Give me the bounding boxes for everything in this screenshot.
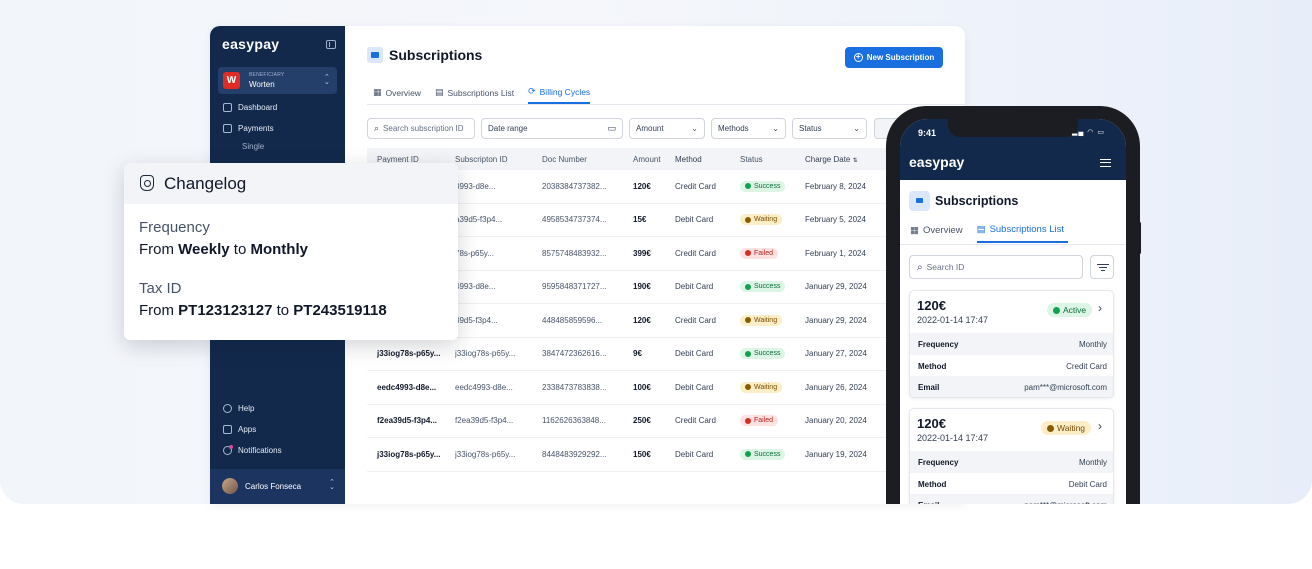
card-row-email: Email pam***@microsoft.com	[910, 376, 1113, 397]
row-label: Email	[918, 382, 940, 392]
card-row-frequency: Frequency Monthly	[910, 333, 1113, 355]
chevron-right-icon[interactable]: ›	[1098, 301, 1102, 315]
phone-time: 9:41	[918, 128, 937, 138]
row-value: Monthly	[1078, 339, 1107, 349]
phone-body: Subscriptions ▦ Overview ▤ Subscriptions…	[900, 180, 1126, 504]
row-label: Method	[918, 361, 947, 371]
status-dot-icon	[1053, 306, 1060, 314]
row-label: Method	[918, 479, 947, 489]
hamburger-menu-icon[interactable]	[1100, 159, 1111, 167]
status-dot-icon	[1047, 424, 1054, 432]
phone-search-input[interactable]: ⌕ Search ID	[909, 255, 1083, 279]
row-value: pam***@microsoft.com	[1024, 382, 1107, 392]
chevron-right-icon[interactable]: ›	[1098, 419, 1102, 433]
status-label: Active	[1063, 305, 1087, 315]
card-row-method: Method Credit Card	[910, 355, 1113, 377]
subscription-card[interactable]: 120€ 2022-01-14 17:47 Active › Frequency Mont…	[909, 290, 1114, 398]
card-amount: 120€	[917, 416, 946, 431]
subscription-card[interactable]: 120€ 2022-01-14 17:47 Waiting › Frequency Mon…	[909, 408, 1114, 504]
tab-label: Subscriptions List	[989, 224, 1065, 235]
card-amount: 120€	[917, 298, 946, 313]
phone-header: 9:41 ▂▄ ◠ ▭ easypay	[900, 119, 1126, 180]
card-row-email: Email pam***@microsoft.com	[910, 494, 1113, 505]
phone-search-placeholder: Search ID	[926, 262, 965, 272]
phone-logo: easypay	[909, 154, 965, 170]
tab-label: Overview	[922, 225, 963, 236]
phone-clip: 9:41 ▂▄ ◠ ▭ easypay Subscriptions ▦ Over…	[0, 0, 1312, 504]
status-badge: Active	[1047, 303, 1093, 317]
phone-tab-subscriptions-list[interactable]: ▤ Subscriptions List	[976, 224, 1069, 243]
phone-tab-bar: ▦ Overview ▤ Subscriptions List	[910, 224, 1069, 243]
phone-mockup: 9:41 ▂▄ ◠ ▭ easypay Subscriptions ▦ Over…	[886, 106, 1140, 504]
table-icon: ▤	[976, 224, 986, 235]
row-label: Frequency	[918, 457, 959, 467]
phone-page-title: Subscriptions	[935, 194, 1019, 208]
card-date: 2022-01-14 17:47	[917, 433, 989, 443]
row-value: Credit Card	[1066, 361, 1107, 371]
filter-icon-line	[1099, 267, 1107, 269]
filter-icon-line	[1101, 270, 1105, 272]
phone-tabs-divider	[900, 244, 1126, 245]
row-value: Monthly	[1078, 457, 1107, 467]
row-value: Debit Card	[1068, 479, 1107, 489]
row-label: Email	[918, 501, 939, 505]
filter-icon	[1097, 264, 1109, 266]
stage: easypay W BENEFICIARY Worten ⌃ ⌄ Dashboar…	[0, 0, 1312, 569]
subscriptions-icon	[909, 191, 930, 211]
row-value: pam***@microsoft.com	[1024, 501, 1107, 505]
search-icon: ⌕	[917, 261, 923, 273]
card-row-method: Method Debit Card	[910, 473, 1113, 495]
phone-notch	[948, 119, 1078, 137]
phone-tab-overview[interactable]: ▦ Overview	[910, 224, 967, 243]
row-label: Frequency	[918, 339, 959, 349]
phone-screen: 9:41 ▂▄ ◠ ▭ easypay Subscriptions ▦ Over…	[900, 119, 1126, 504]
card-date: 2022-01-14 17:47	[917, 315, 989, 325]
filter-button[interactable]	[1090, 255, 1114, 279]
status-label: Waiting	[1057, 423, 1086, 433]
card-row-frequency: Frequency Monthly	[910, 451, 1113, 473]
signal-wifi-battery-icon: ▂▄ ◠ ▭	[1072, 129, 1105, 136]
grid-icon: ▦	[910, 225, 919, 236]
status-badge: Waiting	[1041, 421, 1092, 435]
